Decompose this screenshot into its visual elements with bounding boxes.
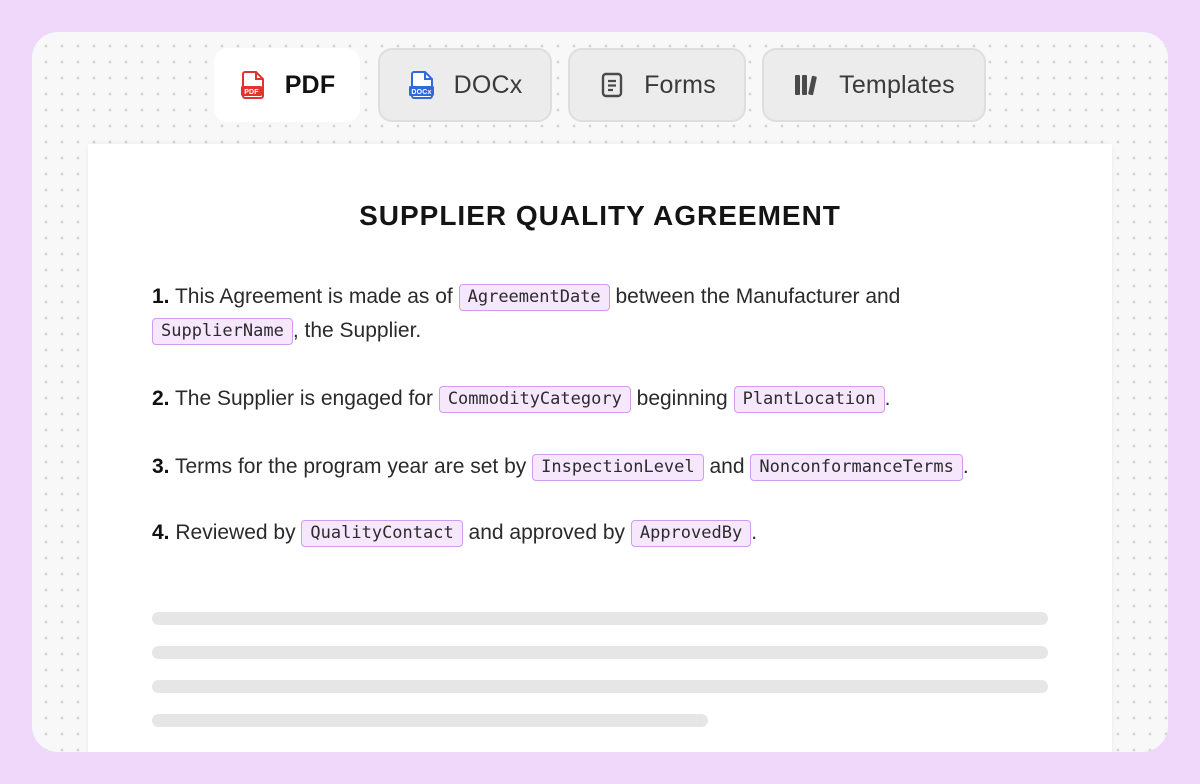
placeholder-line bbox=[152, 646, 1048, 659]
field-approved-by[interactable]: ApprovedBy bbox=[630, 520, 752, 547]
clause-text: . bbox=[962, 455, 969, 478]
clause-3: 3. Terms for the program year are set by… bbox=[152, 450, 1052, 484]
tab-templates[interactable]: Templates bbox=[762, 48, 986, 122]
field-agreement-date[interactable]: AgreementDate bbox=[458, 284, 610, 311]
clause-1: 1. This Agreement is made as of Agreemen… bbox=[152, 280, 1052, 348]
clause-text: This Agreement is made as of bbox=[169, 285, 459, 308]
clause-text: The Supplier is engaged for bbox=[169, 387, 439, 410]
clause-number: 2. bbox=[152, 387, 170, 410]
tab-docx[interactable]: DOCx DOCx bbox=[378, 48, 552, 122]
clause-text: . bbox=[884, 387, 891, 410]
tab-pdf[interactable]: PDF PDF bbox=[214, 48, 360, 122]
docx-file-icon: DOCx bbox=[408, 71, 436, 99]
pdf-file-icon: PDF bbox=[239, 71, 267, 99]
tab-label: PDF bbox=[284, 70, 336, 99]
clause-text: and approved by bbox=[462, 521, 631, 544]
clause-text: between the Manufacturer and bbox=[609, 285, 901, 308]
tab-forms[interactable]: Forms bbox=[568, 48, 746, 122]
clause-text: , the Supplier. bbox=[292, 319, 422, 342]
templates-library-icon bbox=[793, 71, 821, 99]
clause-text: beginning bbox=[630, 387, 734, 410]
form-document-icon bbox=[598, 71, 626, 99]
clause-number: 4. bbox=[152, 521, 170, 544]
tab-label: Templates bbox=[839, 70, 955, 99]
field-nonconformance-terms[interactable]: NonconformanceTerms bbox=[750, 454, 963, 481]
app-canvas: PDF PDF DOCx DOCx Forms Templates SUPPLI… bbox=[32, 32, 1168, 752]
document-title: SUPPLIER QUALITY AGREEMENT bbox=[359, 200, 841, 231]
placeholder-line bbox=[152, 680, 1048, 693]
svg-text:PDF: PDF bbox=[244, 89, 259, 96]
field-inspection-level[interactable]: InspectionLevel bbox=[532, 454, 704, 481]
tab-label: DOCx bbox=[453, 70, 523, 99]
tab-label: Forms bbox=[644, 70, 716, 99]
placeholder-line bbox=[152, 714, 708, 727]
clause-number: 1. bbox=[152, 285, 170, 308]
placeholder-line bbox=[152, 612, 1048, 625]
field-plant-location[interactable]: PlantLocation bbox=[733, 386, 885, 413]
clause-text: . bbox=[751, 521, 758, 544]
clause-2: 2. The Supplier is engaged for Commodity… bbox=[152, 382, 1052, 416]
clause-text: Reviewed by bbox=[169, 521, 302, 544]
field-quality-contact[interactable]: QualityContact bbox=[301, 520, 463, 547]
clause-number: 3. bbox=[152, 455, 170, 478]
field-supplier-name[interactable]: SupplierName bbox=[152, 318, 293, 345]
clause-text: and bbox=[703, 455, 751, 478]
clause-text: Terms for the program year are set by bbox=[169, 455, 533, 478]
field-commodity-category[interactable]: CommodityCategory bbox=[438, 386, 631, 413]
clause-4: 4. Reviewed by QualityContact and approv… bbox=[152, 516, 1052, 550]
document-page: SUPPLIER QUALITY AGREEMENT 1. This Agree… bbox=[88, 144, 1112, 752]
svg-text:DOCx: DOCx bbox=[411, 89, 431, 96]
